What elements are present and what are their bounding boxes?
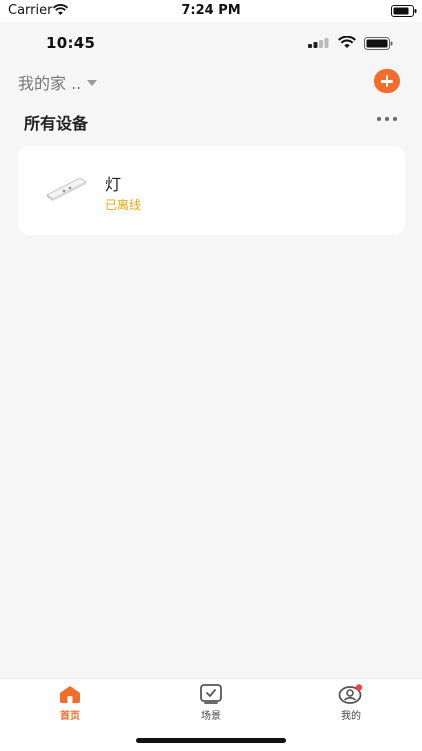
- home-icon: [60, 686, 80, 703]
- add-device-button[interactable]: [374, 69, 400, 93]
- tab-profile-label: 我的: [341, 711, 361, 722]
- battery-icon: [391, 5, 417, 17]
- home-name: 我的家 ..: [18, 74, 82, 93]
- more-options-button[interactable]: [377, 117, 397, 123]
- battery-icon: [364, 37, 393, 50]
- scene-icon: [200, 684, 222, 704]
- section-title: 所有设备: [24, 114, 89, 133]
- light-strip-image: [46, 177, 87, 201]
- notification-badge: [355, 684, 363, 691]
- more-dot: [377, 117, 381, 121]
- device-name: 灯: [105, 175, 122, 194]
- tab-home[interactable]: 首页: [30, 684, 110, 722]
- app-clock: 10:45: [46, 34, 96, 52]
- more-dot: [385, 117, 389, 121]
- device-status: 已离线: [105, 198, 142, 212]
- more-dot: [393, 117, 397, 121]
- caret-down-icon: [87, 80, 98, 86]
- tab-scene-label: 场景: [201, 711, 221, 722]
- wifi-icon: [338, 36, 356, 48]
- signal-icon: [308, 38, 329, 48]
- system-clock: 7:24 PM: [181, 3, 241, 18]
- tab-profile[interactable]: 我的: [311, 684, 391, 722]
- home-indicator: [136, 738, 286, 743]
- tab-home-label: 首页: [60, 711, 80, 722]
- tab-scene[interactable]: 场景: [171, 684, 251, 722]
- home-selector[interactable]: 我的家 ..: [18, 70, 98, 94]
- profile-icon: [338, 684, 363, 704]
